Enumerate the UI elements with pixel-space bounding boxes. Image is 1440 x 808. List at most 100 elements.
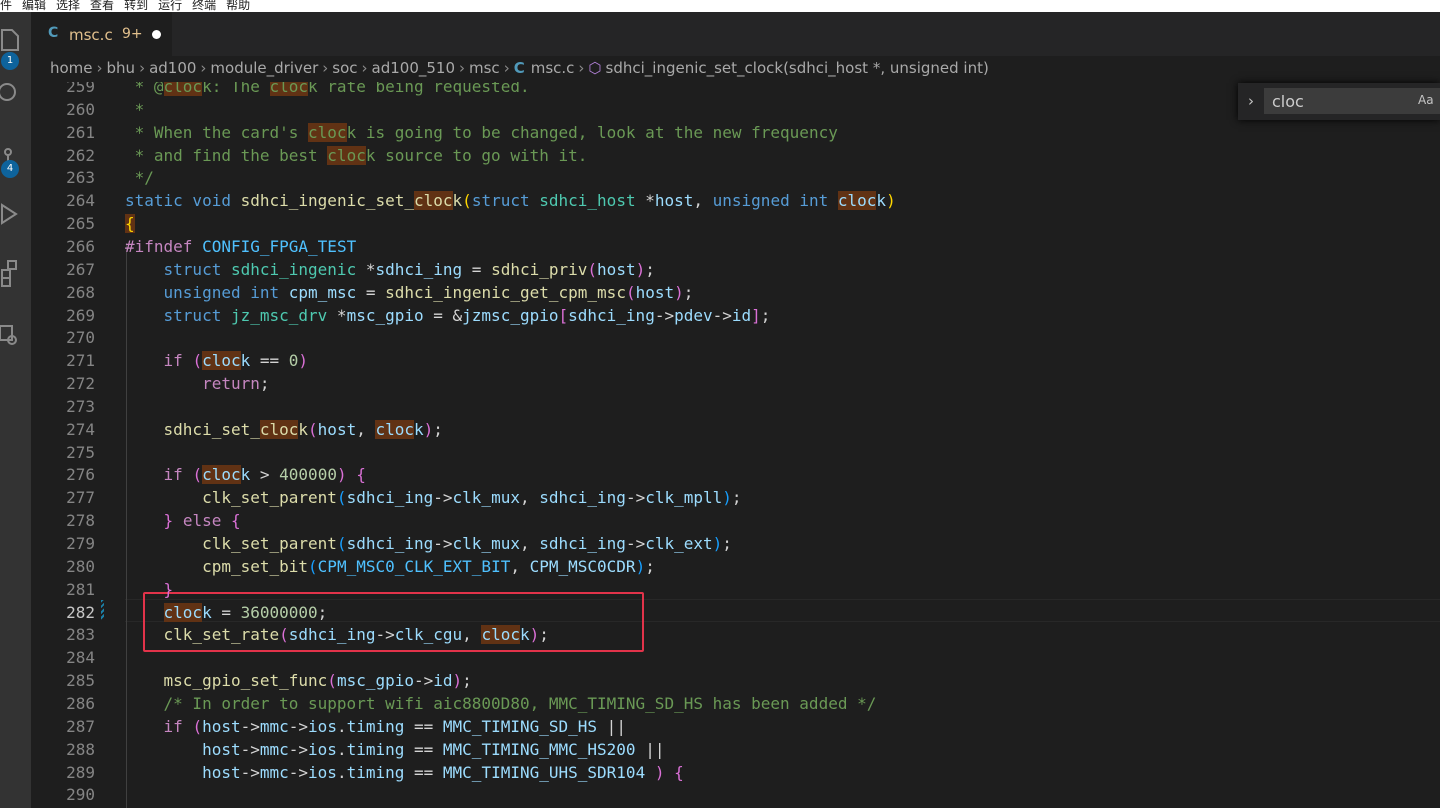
code-line[interactable]: 277 clk_set_parent(sdhci_ing->clk_mux, s… [31, 486, 1440, 509]
code-token: ( [327, 671, 337, 691]
code-token: struct [471, 191, 530, 211]
code-token: ; [317, 602, 328, 622]
find-input[interactable] [1264, 88, 1440, 114]
breadcrumb-item[interactable]: home [50, 59, 93, 77]
breadcrumb-symbol[interactable]: sdhci_ingenic_set_clock(sdhci_host *, un… [606, 59, 989, 77]
code-token: sdhci_ing [568, 305, 655, 325]
code-line[interactable]: 270 [31, 326, 1440, 349]
code-line[interactable]: 288 host->mmc->ios.timing == MMC_TIMING_… [31, 738, 1440, 761]
code-token: || [635, 739, 665, 759]
line-number: 262 [66, 145, 95, 165]
code-token: , [519, 488, 540, 508]
menu-item[interactable]: 运行 [158, 0, 182, 11]
code-line[interactable]: 264 static void sdhci_ingenic_set_clock(s… [31, 189, 1440, 212]
breadcrumb-item[interactable]: msc [469, 59, 500, 77]
code-line[interactable]: 263 */ [31, 166, 1440, 189]
breadcrumb-item[interactable]: ad100 [149, 59, 196, 77]
breadcrumb-item[interactable]: ad100_510 [372, 59, 455, 77]
menu-item[interactable]: 选择 [56, 0, 80, 11]
breadcrumb-item[interactable]: module_driver [210, 59, 318, 77]
breadcrumb-item[interactable]: soc [332, 59, 357, 77]
code-token: sdhci_ingenic_get_cpm_msc [385, 282, 626, 302]
code-line[interactable]: 287 if (host->mmc->ios.timing == MMC_TIM… [31, 715, 1440, 738]
code-token: { [674, 762, 684, 782]
code-line[interactable]: 281 } [31, 578, 1440, 601]
menu-item[interactable]: 终端 [192, 0, 216, 11]
code-line[interactable]: 269 struct jz_msc_drv *msc_gpio = &jzmsc… [31, 304, 1440, 327]
breadcrumb-file[interactable]: msc.c [531, 59, 575, 77]
code-token: ] [751, 305, 761, 325]
code-line[interactable]: 260 * [31, 98, 1440, 121]
code-line[interactable]: 268 unsigned int cpm_msc = sdhci_ingenic… [31, 281, 1440, 304]
menu-item[interactable]: 件 [0, 0, 12, 11]
code-token: ( [336, 534, 347, 553]
code-token: , [510, 556, 530, 576]
line-number: 283 [66, 625, 95, 645]
code-token: > [250, 465, 280, 485]
code-token: MMC_TIMING_SD_HS [442, 716, 598, 736]
menu-item[interactable]: 转到 [124, 0, 148, 11]
search-button[interactable] [0, 76, 31, 116]
code-line[interactable]: 267 struct sdhci_ingenic *sdhci_ing = sd… [31, 258, 1440, 281]
source-control-button[interactable]: 4 [0, 140, 31, 180]
code-token: sdhci_ing [539, 488, 626, 508]
code-line[interactable]: 266 #ifndef CONFIG_FPGA_TEST [31, 235, 1440, 258]
code-line[interactable]: 272 return; [31, 372, 1440, 395]
code-token: clk_cgu [394, 625, 463, 645]
code-token: ( [192, 351, 203, 371]
code-editor[interactable]: 259 * @clock: The clock rate being reque… [31, 82, 1440, 808]
code-line[interactable]: 274 sdhci_set_clock(host, clock); [31, 418, 1440, 441]
code-text: static void sdhci_ingenic_set_clock(stru… [125, 189, 896, 212]
code-line[interactable]: 259 * @clock: The clock rate being reque… [31, 82, 1440, 98]
find-widget: › Aa [1238, 83, 1440, 120]
menu-item[interactable]: 帮助 [226, 0, 250, 11]
code-line[interactable]: 278 } else { [31, 509, 1440, 532]
extensions-button[interactable] [0, 252, 31, 292]
code-line[interactable]: 285 msc_gpio_set_func(msc_gpio->id); [31, 669, 1440, 692]
menu-item[interactable]: 编辑 [22, 0, 46, 11]
unsaved-dot-icon[interactable] [152, 30, 161, 39]
code-text: clk_set_parent(sdhci_ing->clk_mux, sdhci… [125, 486, 741, 509]
code-line[interactable]: 280 cpm_set_bit(CPM_MSC0_CLK_EXT_BIT, CP… [31, 555, 1440, 578]
line-number: 277 [66, 488, 95, 508]
code-line[interactable]: 275 [31, 441, 1440, 464]
code-line[interactable]: 271 if (clock == 0) [31, 349, 1440, 372]
code-text: * When the card's clock is going to be c… [125, 121, 838, 144]
code-line[interactable]: 276 if (clock > 400000) { [31, 463, 1440, 486]
code-line[interactable]: 261 * When the card's clock is going to … [31, 121, 1440, 144]
menu-bar: 件编辑 选择 查看 转到 运行 终端 帮助 [0, 0, 1440, 12]
files-icon [1, 29, 19, 51]
code-token: -> [288, 716, 309, 736]
remote-explorer-button[interactable] [0, 312, 31, 352]
breadcrumb-item[interactable]: bhu [107, 59, 136, 77]
code-token: * @ [125, 82, 164, 96]
code-token: clk_mpll [645, 488, 723, 508]
code-token: ( [192, 716, 203, 736]
code-line[interactable]: 279 clk_set_parent(sdhci_ing->clk_mux, s… [31, 532, 1440, 555]
code-token: * [356, 259, 376, 279]
code-token: [ [558, 305, 569, 325]
tab-msc-c[interactable]: C msc.c 9+ [31, 12, 172, 56]
line-number: 275 [66, 442, 95, 462]
code-token: ) [635, 556, 646, 576]
code-token: k [202, 602, 212, 622]
code-line[interactable]: 284 [31, 646, 1440, 669]
code-line[interactable]: 282 clock = 36000000; [31, 601, 1440, 624]
code-token: sdhci_priv [491, 259, 588, 279]
code-line[interactable]: 290 [31, 783, 1440, 806]
chevron-right-icon[interactable]: › [1248, 92, 1254, 110]
code-token: ) [423, 419, 434, 439]
extensions-icon [1, 260, 17, 287]
code-token: ; [433, 419, 443, 439]
code-line[interactable]: 286 /* In order to support wifi aic8800D… [31, 692, 1440, 715]
menu-item[interactable]: 查看 [90, 0, 114, 11]
run-debug-button[interactable] [0, 196, 31, 236]
code-line[interactable]: 289 host->mmc->ios.timing == MMC_TIMING_… [31, 761, 1440, 784]
code-token: -> [625, 534, 646, 553]
code-line[interactable]: 265 { [31, 212, 1440, 235]
match-case-toggle[interactable]: Aa [1418, 93, 1434, 107]
code-line[interactable]: 283 clk_set_rate(sdhci_ing->clk_cgu, clo… [31, 623, 1440, 646]
explorer-button[interactable]: 1 [0, 22, 31, 70]
code-line[interactable]: 273 [31, 395, 1440, 418]
code-line[interactable]: 262 * and find the best clock source to … [31, 144, 1440, 167]
